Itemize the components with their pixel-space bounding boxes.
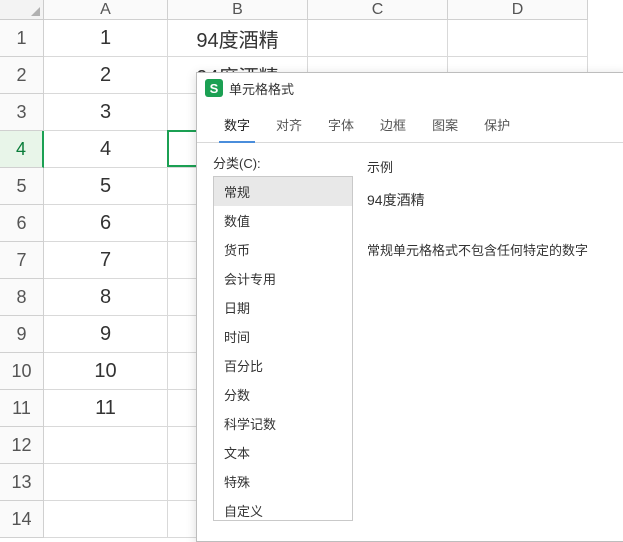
row-header[interactable]: 5 — [0, 168, 44, 205]
column-headers: ABCD — [44, 0, 588, 20]
cell[interactable]: 1 — [44, 20, 168, 57]
category-item[interactable]: 货币 — [214, 235, 352, 264]
cell[interactable]: 5 — [44, 168, 168, 205]
category-item[interactable]: 百分比 — [214, 351, 352, 380]
cell[interactable]: 4 — [44, 131, 168, 168]
preview-side: 示例 94度酒精 常规单元格格式不包含任何特定的数字 — [367, 153, 609, 521]
column-header-b[interactable]: B — [168, 0, 308, 20]
cell[interactable] — [448, 20, 588, 57]
row-headers: 1234567891011121314 — [0, 20, 44, 538]
cell[interactable]: 8 — [44, 279, 168, 316]
table-row: 194度酒精 — [44, 20, 588, 57]
tab-图案[interactable]: 图案 — [419, 109, 471, 142]
cell[interactable] — [44, 427, 168, 464]
select-all-corner[interactable] — [0, 0, 44, 20]
dialog-titlebar[interactable]: S 单元格格式 — [197, 73, 623, 103]
cell[interactable]: 6 — [44, 205, 168, 242]
cell[interactable]: 10 — [44, 353, 168, 390]
category-item[interactable]: 自定义 — [214, 496, 352, 521]
cell[interactable]: 9 — [44, 316, 168, 353]
row-header[interactable]: 1 — [0, 20, 44, 57]
row-header[interactable]: 4 — [0, 131, 44, 168]
dialog-title: 单元格格式 — [229, 79, 294, 98]
cell[interactable] — [44, 501, 168, 538]
category-item[interactable]: 数值 — [214, 206, 352, 235]
row-header[interactable]: 12 — [0, 427, 44, 464]
cell[interactable]: 3 — [44, 94, 168, 131]
preview-value: 94度酒精 — [367, 190, 609, 210]
column-header-c[interactable]: C — [308, 0, 448, 20]
row-header[interactable]: 14 — [0, 501, 44, 538]
category-item[interactable]: 日期 — [214, 293, 352, 322]
row-header[interactable]: 8 — [0, 279, 44, 316]
row-header[interactable]: 2 — [0, 57, 44, 94]
category-item[interactable]: 时间 — [214, 322, 352, 351]
row-header[interactable]: 11 — [0, 390, 44, 427]
tab-保护[interactable]: 保护 — [471, 109, 523, 142]
category-item[interactable]: 特殊 — [214, 467, 352, 496]
category-item[interactable]: 会计专用 — [214, 264, 352, 293]
cell[interactable]: 2 — [44, 57, 168, 94]
cell[interactable]: 11 — [44, 390, 168, 427]
category-item[interactable]: 分数 — [214, 380, 352, 409]
row-header[interactable]: 10 — [0, 353, 44, 390]
tab-对齐[interactable]: 对齐 — [263, 109, 315, 142]
row-header[interactable]: 9 — [0, 316, 44, 353]
row-header[interactable]: 7 — [0, 242, 44, 279]
column-header-d[interactable]: D — [448, 0, 588, 20]
cell[interactable] — [308, 20, 448, 57]
dialog-body: 分类(C): 常规数值货币会计专用日期时间百分比分数科学记数文本特殊自定义 示例… — [197, 143, 623, 531]
row-header[interactable]: 13 — [0, 464, 44, 501]
category-list[interactable]: 常规数值货币会计专用日期时间百分比分数科学记数文本特殊自定义 — [213, 176, 353, 521]
preview-description: 常规单元格格式不包含任何特定的数字 — [367, 240, 609, 259]
row-header[interactable]: 6 — [0, 205, 44, 242]
row-header[interactable]: 3 — [0, 94, 44, 131]
cell[interactable]: 7 — [44, 242, 168, 279]
dialog-tabs: 数字对齐字体边框图案保护 — [197, 103, 623, 143]
cell[interactable]: 94度酒精 — [168, 20, 308, 57]
format-cells-dialog: S 单元格格式 数字对齐字体边框图案保护 分类(C): 常规数值货币会计专用日期… — [196, 72, 623, 542]
category-item[interactable]: 常规 — [214, 177, 352, 206]
category-label: 分类(C): — [213, 153, 353, 172]
category-item[interactable]: 科学记数 — [214, 409, 352, 438]
category-item[interactable]: 文本 — [214, 438, 352, 467]
cell[interactable] — [44, 464, 168, 501]
tab-边框[interactable]: 边框 — [367, 109, 419, 142]
tab-数字[interactable]: 数字 — [211, 109, 263, 142]
category-side: 分类(C): 常规数值货币会计专用日期时间百分比分数科学记数文本特殊自定义 — [213, 153, 353, 521]
column-header-a[interactable]: A — [44, 0, 168, 20]
preview-label: 示例 — [367, 157, 609, 176]
tab-字体[interactable]: 字体 — [315, 109, 367, 142]
app-logo-icon: S — [205, 79, 223, 97]
